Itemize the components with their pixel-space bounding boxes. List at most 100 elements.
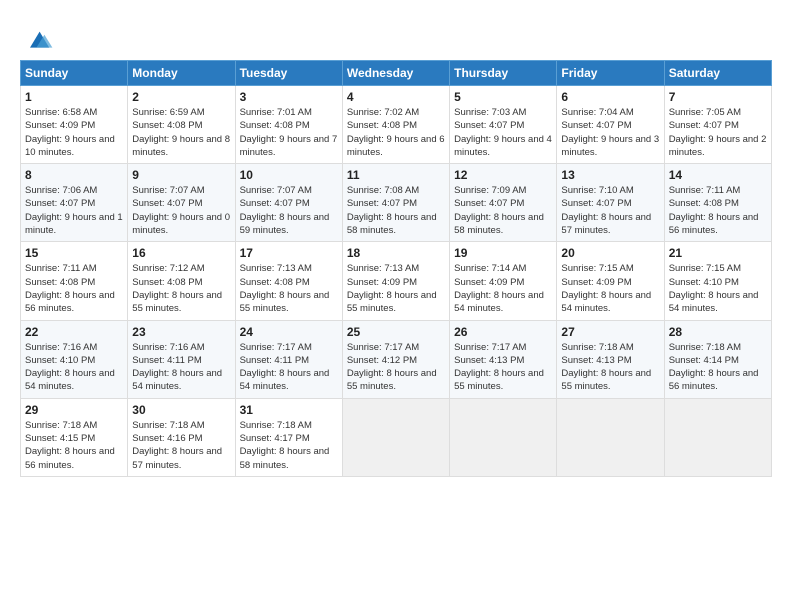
calendar-cell: 13Sunrise: 7:10 AMSunset: 4:07 PMDayligh… <box>557 164 664 242</box>
day-number: 23 <box>132 325 230 339</box>
calendar-week-4: 22Sunrise: 7:16 AMSunset: 4:10 PMDayligh… <box>21 320 772 398</box>
day-number: 26 <box>454 325 552 339</box>
day-info: Sunrise: 7:07 AMSunset: 4:07 PMDaylight:… <box>132 185 230 236</box>
day-number: 24 <box>240 325 338 339</box>
day-number: 1 <box>25 90 123 104</box>
calendar-cell: 29 Sunrise: 7:18 AMSunset: 4:15 PMDayligh… <box>21 398 128 476</box>
day-info: Sunrise: 7:03 AMSunset: 4:07 PMDaylight:… <box>454 107 552 158</box>
day-info: Sunrise: 7:17 AMSunset: 4:12 PMDaylight:… <box>347 342 437 393</box>
day-number: 21 <box>669 246 767 260</box>
day-info: Sunrise: 7:13 AMSunset: 4:08 PMDaylight:… <box>240 263 330 314</box>
calendar-cell: 19 Sunrise: 7:14 AMSunset: 4:09 PMDayligh… <box>450 242 557 320</box>
calendar-cell: 7 Sunrise: 7:05 AMSunset: 4:07 PMDaylight… <box>664 86 771 164</box>
header-day-wednesday: Wednesday <box>342 61 449 86</box>
day-info: Sunrise: 7:18 AMSunset: 4:14 PMDaylight:… <box>669 342 759 393</box>
calendar-cell: 6 Sunrise: 7:04 AMSunset: 4:07 PMDaylight… <box>557 86 664 164</box>
calendar-cell: 10 Sunrise: 7:07 AMSunset: 4:07 PMDayligh… <box>235 164 342 242</box>
calendar-cell: 31Sunrise: 7:18 AMSunset: 4:17 PMDayligh… <box>235 398 342 476</box>
day-info: Sunrise: 7:15 AMSunset: 4:09 PMDaylight:… <box>561 263 651 314</box>
day-number: 28 <box>669 325 767 339</box>
logo-icon <box>22 22 54 54</box>
calendar-cell: 22Sunrise: 7:16 AMSunset: 4:10 PMDayligh… <box>21 320 128 398</box>
calendar-cell: 28 Sunrise: 7:18 AMSunset: 4:14 PMDayligh… <box>664 320 771 398</box>
day-number: 30 <box>132 403 230 417</box>
day-number: 29 <box>25 403 123 417</box>
calendar-table: SundayMondayTuesdayWednesdayThursdayFrid… <box>20 60 772 477</box>
header-day-friday: Friday <box>557 61 664 86</box>
day-number: 17 <box>240 246 338 260</box>
calendar-cell: 18Sunrise: 7:13 AMSunset: 4:09 PMDayligh… <box>342 242 449 320</box>
day-info: Sunrise: 7:01 AMSunset: 4:08 PMDaylight:… <box>240 107 338 158</box>
day-info: Sunrise: 7:12 AMSunset: 4:08 PMDaylight:… <box>132 263 222 314</box>
day-info: Sunrise: 7:18 AMSunset: 4:15 PMDaylight:… <box>25 420 115 471</box>
header-row: SundayMondayTuesdayWednesdayThursdayFrid… <box>21 61 772 86</box>
header-day-monday: Monday <box>128 61 235 86</box>
calendar-cell: 27 Sunrise: 7:18 AMSunset: 4:13 PMDayligh… <box>557 320 664 398</box>
calendar-cell: 2Sunrise: 6:59 AMSunset: 4:08 PMDaylight… <box>128 86 235 164</box>
day-number: 22 <box>25 325 123 339</box>
calendar-cell: 8 Sunrise: 7:06 AMSunset: 4:07 PMDaylight… <box>21 164 128 242</box>
day-info: Sunrise: 7:18 AMSunset: 4:16 PMDaylight:… <box>132 420 222 471</box>
logo <box>20 22 54 54</box>
day-number: 20 <box>561 246 659 260</box>
day-info: Sunrise: 7:16 AMSunset: 4:11 PMDaylight:… <box>132 342 222 393</box>
day-number: 14 <box>669 168 767 182</box>
calendar-week-1: 1Sunrise: 6:58 AMSunset: 4:09 PMDaylight… <box>21 86 772 164</box>
day-info: Sunrise: 7:18 AMSunset: 4:13 PMDaylight:… <box>561 342 651 393</box>
day-info: Sunrise: 7:07 AMSunset: 4:07 PMDaylight:… <box>240 185 330 236</box>
header-day-thursday: Thursday <box>450 61 557 86</box>
calendar-cell: 16 Sunrise: 7:12 AMSunset: 4:08 PMDayligh… <box>128 242 235 320</box>
day-number: 27 <box>561 325 659 339</box>
day-info: Sunrise: 7:10 AMSunset: 4:07 PMDaylight:… <box>561 185 651 236</box>
calendar-cell: 23 Sunrise: 7:16 AMSunset: 4:11 PMDayligh… <box>128 320 235 398</box>
day-info: Sunrise: 7:11 AMSunset: 4:08 PMDaylight:… <box>25 263 115 314</box>
page-container: SundayMondayTuesdayWednesdayThursdayFrid… <box>0 0 792 487</box>
calendar-cell: 15 Sunrise: 7:11 AMSunset: 4:08 PMDayligh… <box>21 242 128 320</box>
header-day-sunday: Sunday <box>21 61 128 86</box>
calendar-cell: 20 Sunrise: 7:15 AMSunset: 4:09 PMDayligh… <box>557 242 664 320</box>
day-info: Sunrise: 7:09 AMSunset: 4:07 PMDaylight:… <box>454 185 544 236</box>
day-number: 10 <box>240 168 338 182</box>
day-number: 25 <box>347 325 445 339</box>
day-info: Sunrise: 7:13 AMSunset: 4:09 PMDaylight:… <box>347 263 437 314</box>
day-info: Sunrise: 7:04 AMSunset: 4:07 PMDaylight:… <box>561 107 659 158</box>
day-number: 3 <box>240 90 338 104</box>
calendar-cell: 26 Sunrise: 7:17 AMSunset: 4:13 PMDayligh… <box>450 320 557 398</box>
calendar-cell: 25 Sunrise: 7:17 AMSunset: 4:12 PMDayligh… <box>342 320 449 398</box>
day-info: Sunrise: 7:02 AMSunset: 4:08 PMDaylight:… <box>347 107 445 158</box>
day-number: 19 <box>454 246 552 260</box>
day-number: 11 <box>347 168 445 182</box>
calendar-cell <box>664 398 771 476</box>
day-info: Sunrise: 6:59 AMSunset: 4:08 PMDaylight:… <box>132 107 230 158</box>
header-day-tuesday: Tuesday <box>235 61 342 86</box>
calendar-cell <box>557 398 664 476</box>
day-info: Sunrise: 7:06 AMSunset: 4:07 PMDaylight:… <box>25 185 123 236</box>
calendar-cell: 30 Sunrise: 7:18 AMSunset: 4:16 PMDayligh… <box>128 398 235 476</box>
day-number: 8 <box>25 168 123 182</box>
calendar-cell: 12 Sunrise: 7:09 AMSunset: 4:07 PMDayligh… <box>450 164 557 242</box>
calendar-cell: 11 Sunrise: 7:08 AMSunset: 4:07 PMDayligh… <box>342 164 449 242</box>
calendar-cell: 3 Sunrise: 7:01 AMSunset: 4:08 PMDaylight… <box>235 86 342 164</box>
calendar-cell: 14 Sunrise: 7:11 AMSunset: 4:08 PMDayligh… <box>664 164 771 242</box>
calendar-cell: 5Sunrise: 7:03 AMSunset: 4:07 PMDaylight… <box>450 86 557 164</box>
day-info: Sunrise: 7:18 AMSunset: 4:17 PMDaylight:… <box>240 420 330 471</box>
day-number: 12 <box>454 168 552 182</box>
day-info: Sunrise: 7:17 AMSunset: 4:13 PMDaylight:… <box>454 342 544 393</box>
day-info: Sunrise: 7:14 AMSunset: 4:09 PMDaylight:… <box>454 263 544 314</box>
day-number: 6 <box>561 90 659 104</box>
day-info: Sunrise: 7:11 AMSunset: 4:08 PMDaylight:… <box>669 185 759 236</box>
day-number: 9 <box>132 168 230 182</box>
day-info: Sunrise: 7:08 AMSunset: 4:07 PMDaylight:… <box>347 185 437 236</box>
calendar-week-5: 29 Sunrise: 7:18 AMSunset: 4:15 PMDayligh… <box>21 398 772 476</box>
calendar-week-3: 15 Sunrise: 7:11 AMSunset: 4:08 PMDayligh… <box>21 242 772 320</box>
day-info: Sunrise: 7:17 AMSunset: 4:11 PMDaylight:… <box>240 342 330 393</box>
day-info: Sunrise: 7:15 AMSunset: 4:10 PMDaylight:… <box>669 263 759 314</box>
calendar-cell: 17 Sunrise: 7:13 AMSunset: 4:08 PMDayligh… <box>235 242 342 320</box>
calendar-cell: 24 Sunrise: 7:17 AMSunset: 4:11 PMDayligh… <box>235 320 342 398</box>
day-number: 7 <box>669 90 767 104</box>
calendar-cell <box>450 398 557 476</box>
day-number: 15 <box>25 246 123 260</box>
day-info: Sunrise: 7:05 AMSunset: 4:07 PMDaylight:… <box>669 107 767 158</box>
day-number: 16 <box>132 246 230 260</box>
header <box>20 18 772 54</box>
